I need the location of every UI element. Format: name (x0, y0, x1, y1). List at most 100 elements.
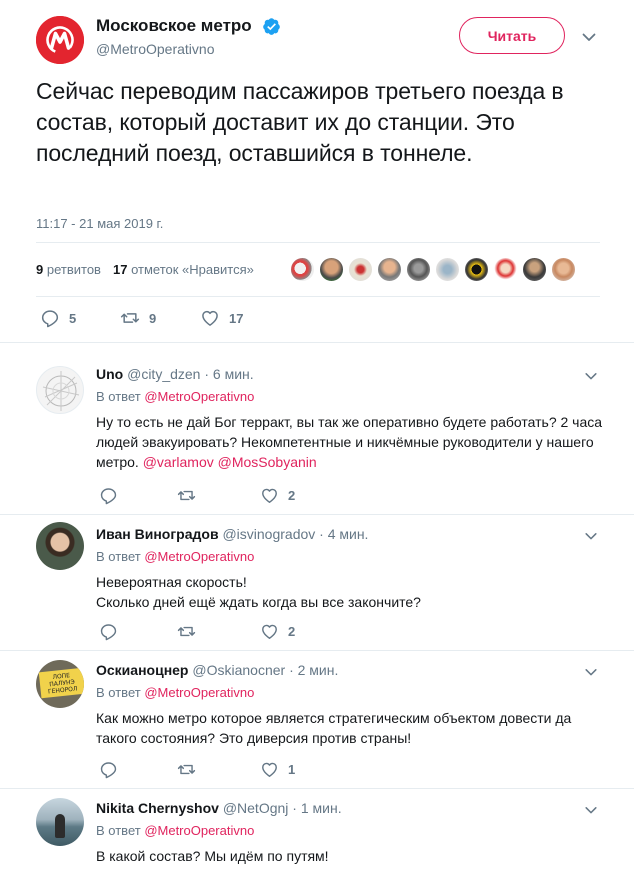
reply-to-link[interactable]: @MetroOperativno (144, 823, 254, 838)
reply-time[interactable]: · 1 мин. (292, 800, 341, 816)
reply-text-line: Сколько дней ещё ждать когда вы все зако… (96, 594, 421, 610)
reply-author-name[interactable]: Uno (96, 366, 123, 382)
reply-button[interactable] (99, 760, 127, 779)
author-handle[interactable]: @MetroOperativno (96, 41, 214, 57)
like-button[interactable]: 2 (260, 622, 295, 641)
reply-time[interactable]: · 2 мин. (289, 662, 338, 678)
reply-author-handle[interactable]: @city_dzen (127, 366, 200, 382)
avatar-sign: ЛОПЕ ПАЛУНЭ ГЕНОРОЛ (38, 667, 84, 699)
retweet-icon (177, 626, 196, 637)
likers-avatars[interactable] (290, 257, 580, 282)
reply-button[interactable]: 5 (40, 308, 76, 328)
divider (36, 296, 600, 297)
like-button[interactable]: 2 (260, 486, 295, 505)
reply-count: 5 (69, 310, 77, 326)
avatar[interactable] (348, 257, 373, 282)
reply-time[interactable]: · 4 мин. (319, 526, 368, 542)
metro-logo-avatar[interactable] (36, 16, 84, 64)
retweet-button[interactable] (177, 760, 205, 779)
reply-button[interactable] (99, 622, 127, 641)
avatar[interactable] (551, 257, 576, 282)
metro-m-logo-icon (36, 16, 84, 64)
reply-text: Как можно метро которое является стратег… (96, 710, 572, 746)
like-count: 2 (288, 488, 296, 503)
reply-author[interactable]: Оскианоцнер @Oskianocner · 2 мин. (96, 662, 338, 678)
chevron-down-icon[interactable] (584, 369, 598, 383)
heart-icon (262, 488, 277, 503)
chevron-down-icon[interactable] (581, 29, 597, 45)
reply-author[interactable]: Uno @city_dzen · 6 мин. (96, 366, 254, 382)
retweets-label[interactable]: ретвитов (47, 262, 101, 277)
heart-icon (202, 310, 218, 326)
retweet-icon (177, 764, 196, 775)
avatar[interactable] (464, 257, 489, 282)
chevron-down-icon[interactable] (584, 803, 598, 817)
like-count: 2 (288, 624, 296, 639)
avatar[interactable] (36, 798, 84, 846)
avatar[interactable] (290, 257, 315, 282)
avatar[interactable] (36, 522, 84, 570)
reply-button[interactable] (99, 486, 127, 505)
retweets-count[interactable]: 9 (36, 262, 43, 277)
likes-count[interactable]: 17 (113, 262, 127, 277)
heart-icon (262, 624, 277, 639)
retweet-button[interactable]: 9 (120, 308, 156, 328)
divider (36, 242, 600, 243)
reply-to-prefix: В ответ (96, 549, 145, 564)
retweet-button[interactable] (177, 486, 205, 505)
reply-to-link[interactable]: @MetroOperativno (144, 685, 254, 700)
reply-to: В ответ @MetroOperativno (96, 549, 254, 564)
mention-link[interactable]: @MosSobyanin (218, 454, 317, 470)
avatar[interactable] (493, 257, 518, 282)
reply-text: Ну то есть не дай Бог терракт, вы так же… (96, 412, 606, 472)
reply-time[interactable]: · 6 мин. (204, 366, 253, 382)
reply-author-name[interactable]: Nikita Chernyshov (96, 800, 219, 816)
avatar[interactable] (406, 257, 431, 282)
reply-author-handle[interactable]: @isvinogradov (222, 526, 315, 542)
reply-author[interactable]: Иван Виноградов @isvinogradov · 4 мин. (96, 526, 368, 542)
avatar[interactable]: ЛОПЕ ПАЛУНЭ ГЕНОРОЛ (36, 660, 84, 708)
author-name[interactable]: Московское метро (96, 16, 252, 36)
avatar[interactable] (36, 366, 84, 414)
follow-button[interactable]: Читать (459, 17, 565, 54)
reply-divider (0, 650, 634, 651)
avatar[interactable] (377, 257, 402, 282)
reply-to-link[interactable]: @MetroOperativno (144, 389, 254, 404)
reply-to: В ответ @MetroOperativno (96, 685, 254, 700)
reply-to-link[interactable]: @MetroOperativno (144, 549, 254, 564)
retweet-button[interactable] (177, 622, 205, 641)
reply-author-name[interactable]: Иван Виноградов (96, 526, 219, 542)
metro-map-avatar-icon (42, 371, 80, 411)
retweet-icon (120, 313, 140, 323)
verified-badge-icon (263, 18, 280, 35)
tweet-text: Сейчас переводим пассажиров третьего пое… (36, 78, 564, 166)
reply-icon (100, 762, 117, 779)
reply-divider (0, 514, 634, 515)
reply-author-handle[interactable]: @NetOgnj (223, 800, 289, 816)
avatar[interactable] (522, 257, 547, 282)
reply-to: В ответ @MetroOperativno (96, 389, 254, 404)
reply-text-line: Невероятная скорость! (96, 574, 247, 590)
chevron-down-icon[interactable] (584, 665, 598, 679)
reply-to-prefix: В ответ (96, 823, 145, 838)
reply-to-prefix: В ответ (96, 389, 145, 404)
reply-author-handle[interactable]: @Oskianocner (192, 662, 285, 678)
avatar[interactable] (435, 257, 460, 282)
reply-icon (100, 624, 117, 641)
mention-link[interactable]: @varlamov (143, 454, 214, 470)
section-divider (0, 342, 634, 343)
reply-divider (0, 788, 634, 789)
reply-author[interactable]: Nikita Chernyshov @NetOgnj · 1 мин. (96, 800, 342, 816)
reply-author-name[interactable]: Оскианоцнер (96, 662, 188, 678)
reply-text: Невероятная скорость! Сколько дней ещё жд… (96, 572, 606, 612)
like-button[interactable]: 1 (260, 760, 295, 779)
tweet-timestamp[interactable]: 11:17 - 21 мая 2019 г. (36, 216, 163, 231)
likes-label[interactable]: отметок «Нравится» (131, 262, 254, 277)
like-button[interactable]: 17 (200, 308, 243, 328)
reply-to: В ответ @MetroOperativno (96, 823, 254, 838)
avatar[interactable] (319, 257, 344, 282)
chevron-down-icon[interactable] (584, 529, 598, 543)
reply-icon (100, 488, 117, 505)
reply-text: В какой состав? Мы идём по путям! (96, 848, 329, 864)
heart-icon (262, 762, 277, 777)
